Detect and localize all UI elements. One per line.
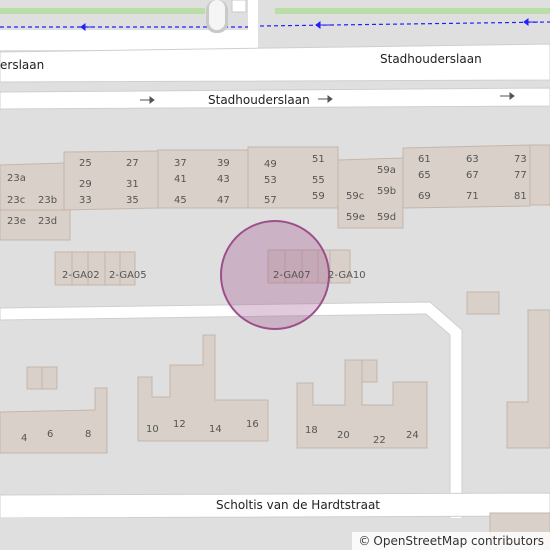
street-label-top-left: erslaan bbox=[0, 58, 44, 72]
street-label-top-right: Stadhouderslaan bbox=[380, 52, 482, 66]
house-number: 6 bbox=[47, 429, 53, 440]
house-number: 81 bbox=[514, 191, 527, 202]
house-number: 49 bbox=[264, 159, 277, 170]
house-number: 37 bbox=[174, 158, 187, 169]
house-number: 53 bbox=[264, 175, 277, 186]
house-number: 10 bbox=[146, 424, 159, 435]
house-number: 41 bbox=[174, 174, 187, 185]
house-number: 14 bbox=[209, 424, 222, 435]
house-number: 61 bbox=[418, 154, 431, 165]
copyright-symbol: © bbox=[358, 534, 371, 548]
house-number: 33 bbox=[79, 195, 92, 206]
house-number: 43 bbox=[217, 174, 230, 185]
house-number: 59a bbox=[377, 165, 396, 176]
house-number: 25 bbox=[79, 158, 92, 169]
street-label-middle: Stadhouderslaan bbox=[208, 93, 310, 107]
map-canvas: erslaan Stadhouderslaan Stadhouderslaan … bbox=[0, 0, 550, 550]
house-number: 8 bbox=[85, 429, 91, 440]
street-label-bottom: Scholtis van de Hardtstraat bbox=[216, 498, 380, 512]
garage-label: 2-GA07 bbox=[273, 270, 311, 281]
house-number: 45 bbox=[174, 195, 187, 206]
house-number: 59b bbox=[377, 186, 396, 197]
house-number: 71 bbox=[466, 191, 479, 202]
house-number: 23a bbox=[7, 173, 26, 184]
house-number: 29 bbox=[79, 179, 92, 190]
attribution-link[interactable]: OpenStreetMap contributors bbox=[373, 534, 544, 548]
house-number: 65 bbox=[418, 170, 431, 181]
house-number: 59 bbox=[312, 191, 325, 202]
house-number: 23e bbox=[7, 216, 26, 227]
house-number: 67 bbox=[466, 170, 479, 181]
house-number: 77 bbox=[514, 170, 527, 181]
house-number: 4 bbox=[21, 433, 27, 444]
garage-label: 2-GA05 bbox=[109, 270, 147, 281]
house-number: 63 bbox=[466, 154, 479, 165]
house-number: 23c bbox=[7, 195, 25, 206]
house-number: 18 bbox=[305, 425, 318, 436]
house-number: 24 bbox=[406, 430, 419, 441]
house-number: 20 bbox=[337, 430, 350, 441]
house-number: 16 bbox=[246, 419, 259, 430]
house-number: 23d bbox=[38, 216, 57, 227]
house-number: 57 bbox=[264, 195, 277, 206]
house-number: 35 bbox=[126, 195, 139, 206]
house-number: 59c bbox=[346, 191, 364, 202]
house-number: 27 bbox=[126, 158, 139, 169]
top-strip bbox=[0, 0, 550, 50]
garage-label: 2-GA10 bbox=[328, 270, 366, 281]
map[interactable]: erslaan Stadhouderslaan Stadhouderslaan … bbox=[0, 0, 550, 550]
house-number: 22 bbox=[373, 435, 386, 446]
attribution: © OpenStreetMap contributors bbox=[352, 532, 550, 550]
house-number: 59e bbox=[346, 212, 365, 223]
garage-label: 2-GA02 bbox=[62, 270, 100, 281]
house-number: 55 bbox=[312, 175, 325, 186]
house-number: 47 bbox=[217, 195, 230, 206]
house-number: 69 bbox=[418, 191, 431, 202]
house-number: 39 bbox=[217, 158, 230, 169]
house-number: 31 bbox=[126, 179, 139, 190]
house-number: 12 bbox=[173, 419, 186, 430]
house-number: 51 bbox=[312, 154, 325, 165]
house-number: 73 bbox=[514, 154, 527, 165]
house-number: 23b bbox=[38, 195, 57, 206]
house-number: 59d bbox=[377, 212, 396, 223]
